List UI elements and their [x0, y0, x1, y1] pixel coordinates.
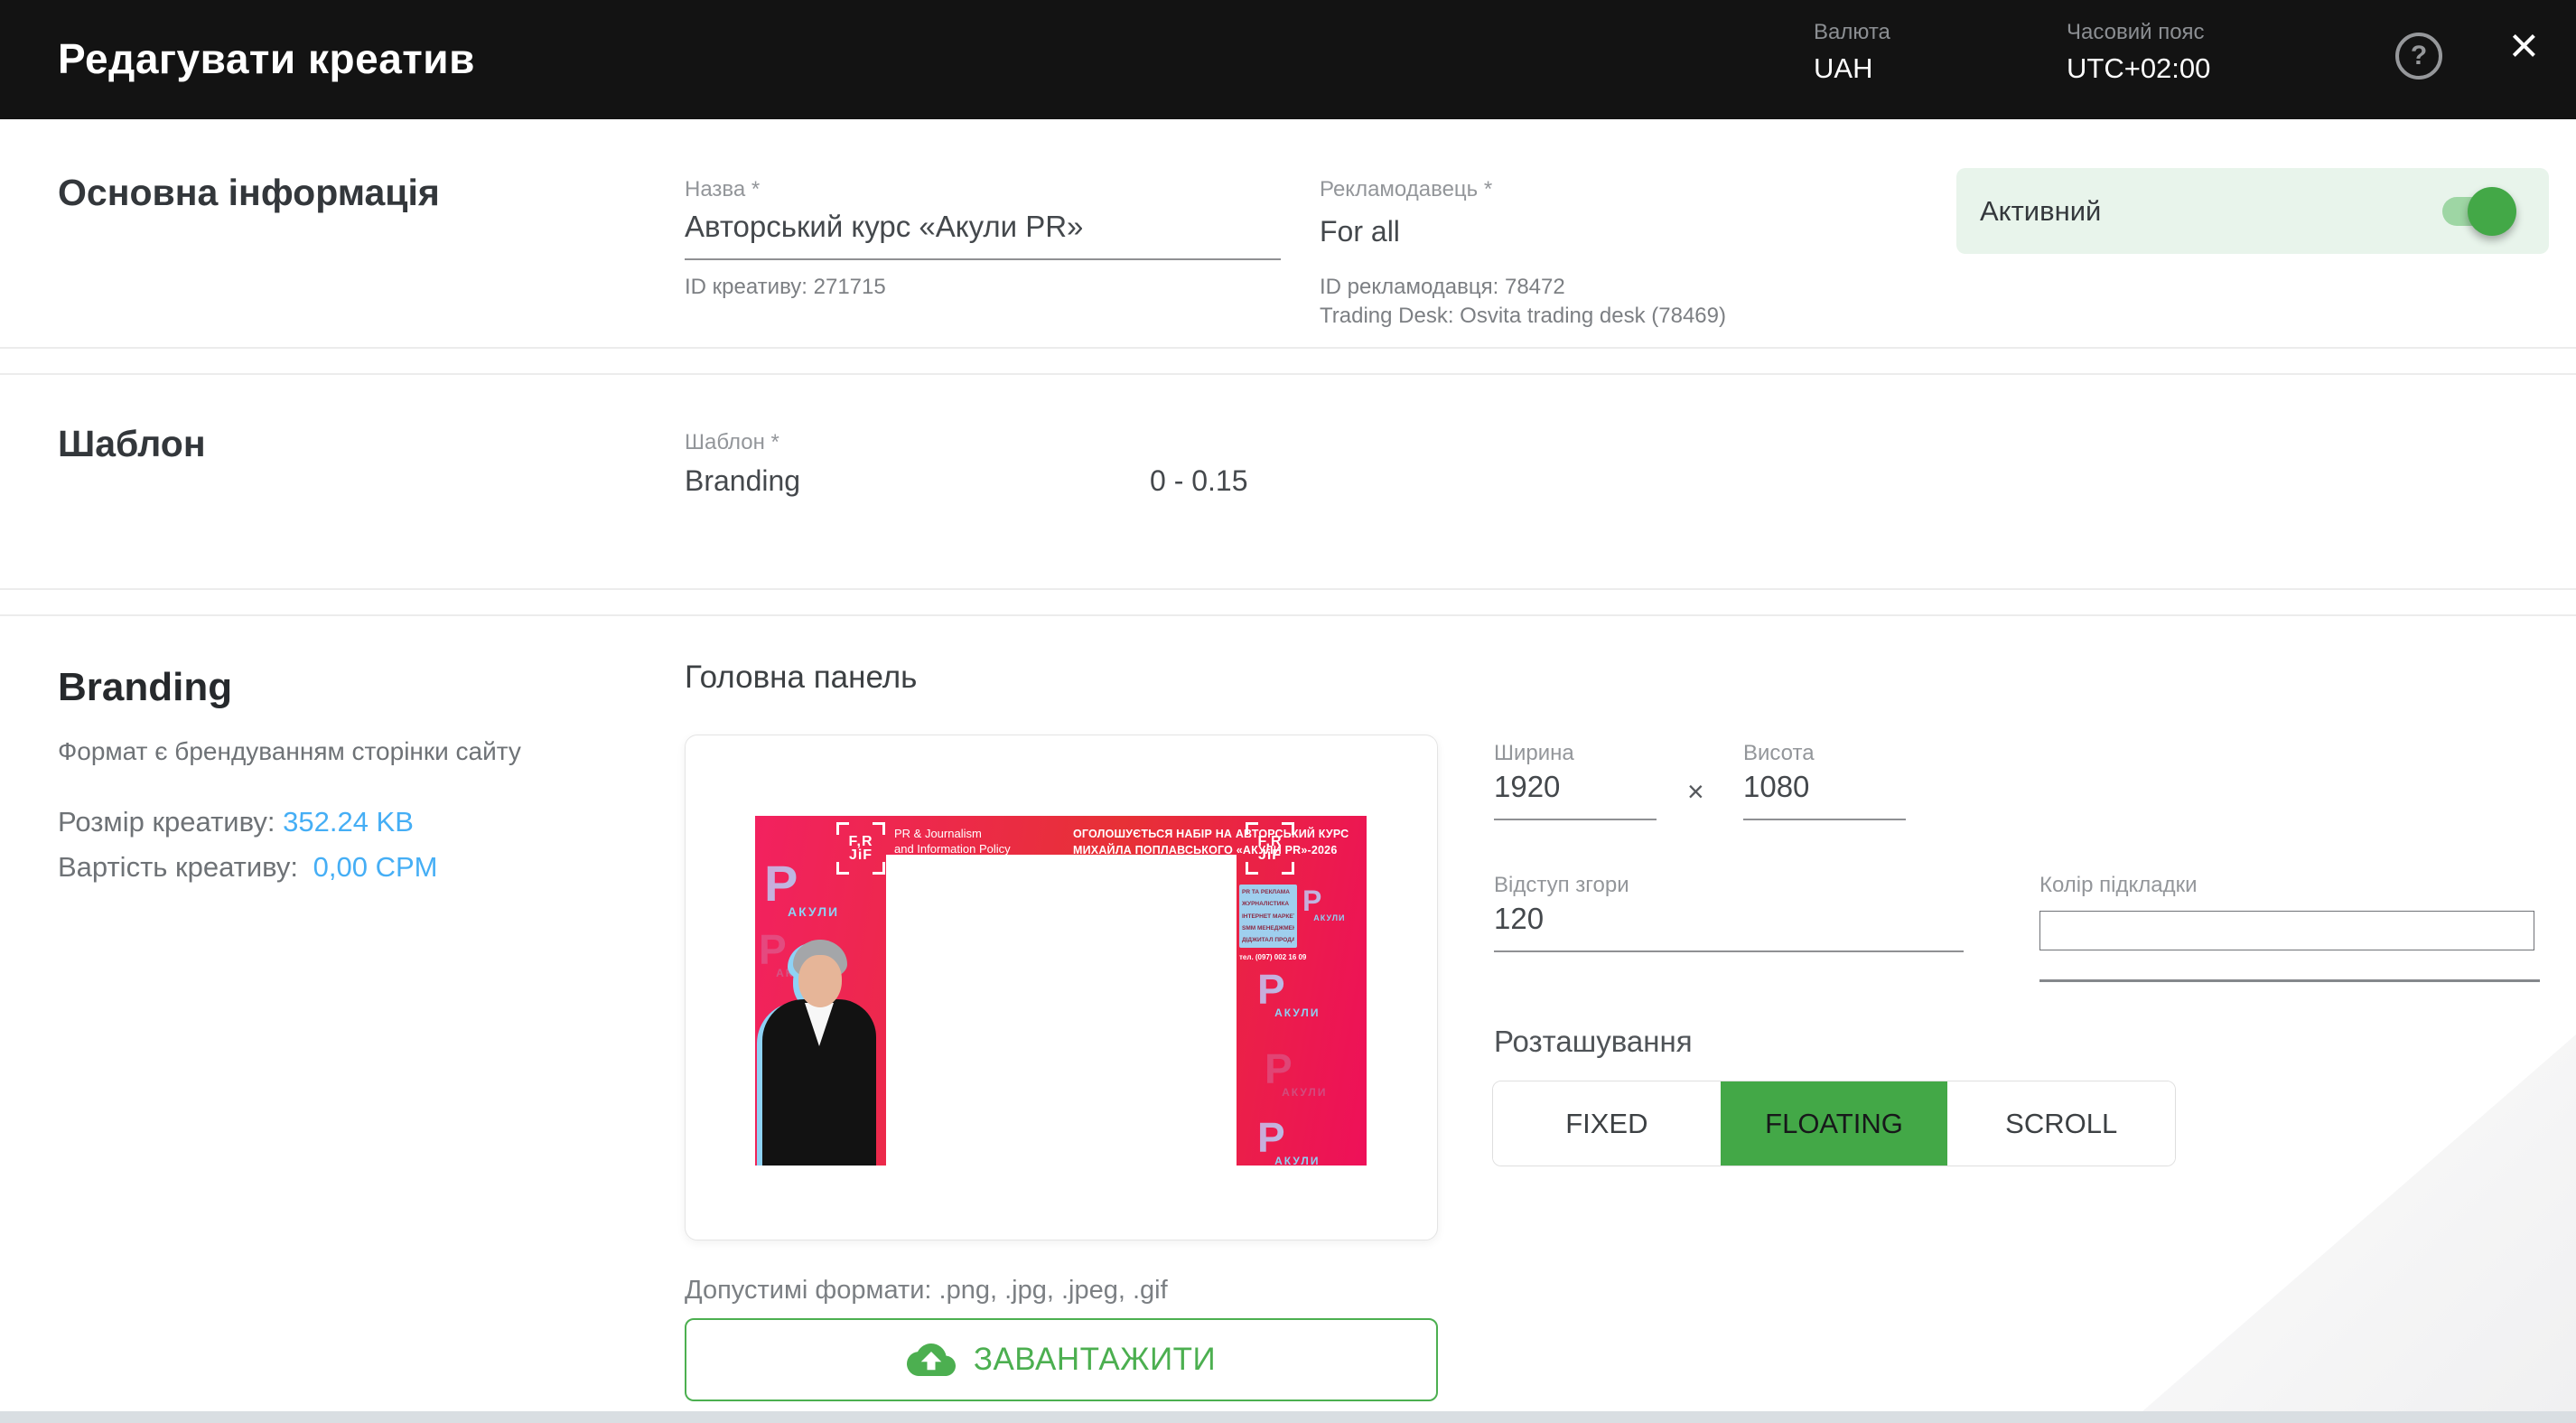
offset-top-input[interactable] [1494, 902, 1964, 952]
info-item: ДІДЖИТАЛ ПРОДАКШН [1242, 937, 1294, 943]
name-input[interactable] [685, 210, 1281, 260]
position-segmented-control: FIXED FLOATING SCROLL [1492, 1081, 2176, 1166]
creative-headline-line1: ОГОЛОШУЄТЬСЯ НАБІР НА АВТОРСЬКИЙ КУРС [1073, 826, 1349, 842]
main-panel-title: Головна панель [685, 660, 917, 696]
info-item: SMM МЕНЕДЖМЕНТ [1242, 925, 1294, 932]
info-item: ЖУРНАЛІСТИКА [1242, 901, 1294, 907]
upload-button[interactable]: ЗАВАНТАЖИТИ [685, 1318, 1438, 1401]
creative-white-cutout [886, 855, 1237, 1166]
currency-label: Валюта [1814, 20, 1890, 45]
height-label: Висота [1743, 741, 1815, 766]
pr-akuly-logo: PPR АКУЛИ [1302, 888, 1357, 922]
bottom-strip [0, 1411, 2576, 1423]
bg-color-underline [2039, 979, 2540, 982]
advertiser-label: Рекламодавець * [1320, 177, 1492, 202]
close-icon[interactable]: × [2509, 20, 2539, 70]
creative-info-box: PR ТА РЕКЛАМА ЖУРНАЛІСТИКА ІНТЕРНЕТ МАРК… [1239, 885, 1297, 948]
help-icon[interactable]: ? [2395, 33, 2442, 80]
creative-cost-value: 0,00 CPM [313, 851, 438, 883]
advertiser-id-text: ID рекламодавця: 78472 Trading Desk: Osv… [1320, 273, 2042, 332]
background-watermark [2142, 1034, 2576, 1411]
template-label: Шаблон * [685, 430, 779, 455]
advertiser-value[interactable]: For all [1320, 215, 1400, 248]
currency-value[interactable]: UAH [1814, 52, 1872, 85]
active-toggle[interactable] [2442, 197, 2509, 226]
trading-desk-line: Trading Desk: Osvita trading desk (78469… [1320, 302, 2042, 331]
pr-akuly-logo-ghost: PPR АКУЛИ [1265, 1051, 1345, 1098]
position-label: Розташування [1494, 1025, 1693, 1059]
edit-creative-modal: Редагувати креатив Валюта UAH Часовий по… [0, 0, 2576, 1423]
active-label: Активний [1980, 195, 2101, 228]
branding-description: Формат є брендуванням сторінки сайту [58, 737, 521, 766]
active-status-panel: Активний [1956, 168, 2549, 254]
creative-cost-row: Вартість креативу: 0,00 CPM [58, 851, 438, 884]
position-option-fixed[interactable]: FIXED [1493, 1081, 1721, 1166]
creative-phone: тел. (097) 002 16 09 [1239, 953, 1306, 961]
section-title-branding: Branding [58, 665, 232, 710]
creative-preview-card: PR & Journalism and Information Policy О… [685, 735, 1438, 1240]
info-item: ІНТЕРНЕТ МАРКЕТИНГ [1242, 913, 1294, 920]
upload-button-label: ЗАВАНТАЖИТИ [974, 1342, 1216, 1378]
position-option-floating[interactable]: FLOATING [1721, 1081, 1948, 1166]
info-item: PR ТА РЕКЛАМА [1242, 889, 1294, 895]
creative-brand-text: PR & Journalism and Information Policy [894, 827, 1011, 857]
cloud-upload-icon [907, 1335, 956, 1384]
creative-size-value: 352.24 KB [283, 806, 414, 838]
allowed-formats-note: Допустимі формати: .png, .jpg, .jpeg, .g… [685, 1276, 1168, 1306]
width-label: Ширина [1494, 741, 1574, 766]
creative-size-label: Розмір креативу: [58, 806, 275, 838]
modal-header: Редагувати креатив Валюта UAH Часовий по… [0, 0, 2576, 119]
offset-top-label: Відступ згори [1494, 873, 1629, 898]
toggle-thumb [2468, 187, 2516, 236]
timezone-value[interactable]: UTC+02:00 [2067, 52, 2210, 85]
creative-cost-label: Вартість креативу: [58, 851, 298, 883]
width-input[interactable] [1494, 770, 1657, 820]
bg-color-label: Колір підкладки [2039, 873, 2198, 898]
divider [0, 347, 2576, 349]
pr-akuly-logo: PPR АКУЛИ [764, 861, 863, 918]
section-title-basic-info: Основна інформація [58, 172, 440, 214]
creative-id-text: ID креативу: 271715 [685, 273, 886, 302]
creative-size-row: Розмір креативу: 352.24 KB [58, 806, 414, 838]
height-input[interactable] [1743, 770, 1906, 820]
position-option-scroll[interactable]: SCROLL [1947, 1081, 2175, 1166]
creative-preview-image[interactable]: PR & Journalism and Information Policy О… [755, 816, 1367, 1166]
divider [0, 614, 2576, 616]
creative-headline: ОГОЛОШУЄТЬСЯ НАБІР НА АВТОРСЬКИЙ КУРС МИ… [1073, 826, 1349, 858]
bg-color-input[interactable] [2039, 911, 2534, 950]
section-title-template: Шаблон [58, 423, 206, 465]
creative-brand-line2: and Information Policy [894, 842, 1011, 857]
frjif-logo: F,RJiF [1246, 822, 1294, 875]
advertiser-id-line: ID рекламодавця: 78472 [1320, 273, 2042, 302]
divider [0, 373, 2576, 375]
template-range: 0 - 0.15 [1150, 464, 1248, 498]
divider [0, 588, 2576, 590]
timezone-label: Часовий пояс [2067, 20, 2205, 45]
pr-akuly-logo: PPR АКУЛИ [1257, 1119, 1338, 1166]
man-photo [757, 940, 882, 1166]
name-label: Назва * [685, 177, 760, 202]
template-value[interactable]: Branding [685, 464, 800, 498]
dimension-separator: × [1687, 775, 1704, 809]
creative-headline-line2: МИХАЙЛА ПОПЛАВСЬКОГО «АКУЛИ PR»-2026 [1073, 842, 1349, 858]
pr-akuly-logo: PPR АКУЛИ [1257, 971, 1338, 1018]
creative-brand-line1: PR & Journalism [894, 827, 1011, 842]
page-title: Редагувати креатив [58, 34, 475, 83]
